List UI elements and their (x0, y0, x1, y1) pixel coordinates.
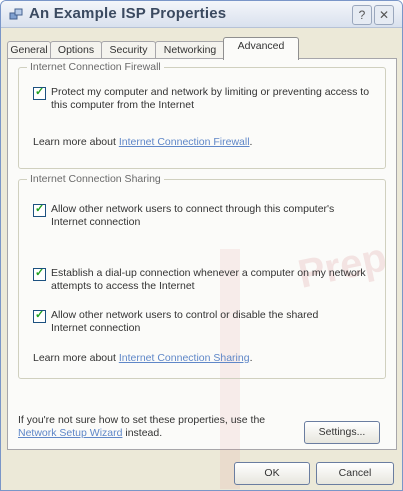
establish-dialup-checkbox[interactable] (33, 266, 46, 281)
firewall-learn-prefix: Learn more about (33, 136, 116, 148)
tab-networking[interactable]: Networking (155, 41, 225, 59)
allow-control-checkbox[interactable] (33, 308, 46, 323)
allow-connect-checkbox[interactable] (33, 202, 46, 217)
sharing-learn-more: Learn more about Internet Connection Sha… (33, 352, 253, 364)
sharing-group: Internet Connection Sharing Allow other … (18, 173, 386, 379)
cancel-button[interactable]: Cancel (316, 462, 394, 485)
protect-computer-label: Protect my computer and network by limit… (51, 86, 370, 111)
firewall-group: Internet Connection Firewall Protect my … (18, 61, 386, 169)
tab-general[interactable]: General (7, 41, 51, 59)
protect-computer-checkbox[interactable] (33, 85, 46, 100)
sharing-learn-suffix: . (249, 352, 253, 364)
window-title: An Example ISP Properties (29, 5, 227, 22)
firewall-learn-suffix: . (249, 136, 253, 148)
settings-button[interactable]: Settings... (304, 421, 380, 444)
advanced-tab-panel: Prep Internet Connection Firewall Protec… (7, 58, 397, 489)
sharing-help-link[interactable]: Internet Connection Sharing (119, 352, 250, 364)
allow-connect-label: Allow other network users to connect thr… (51, 203, 335, 228)
wizard-help-prefix: If you're not sure how to set these prop… (18, 414, 266, 426)
firewall-help-link[interactable]: Internet Connection Firewall (119, 136, 250, 148)
sharing-learn-prefix: Learn more about (33, 352, 116, 364)
close-button[interactable]: ✕ (374, 5, 394, 25)
network-connection-icon (9, 8, 23, 20)
network-setup-wizard-link[interactable]: Network Setup Wizard (18, 427, 122, 439)
allow-control-label: Allow other network users to control or … (51, 309, 319, 334)
help-button[interactable]: ? (352, 5, 372, 25)
tab-options[interactable]: Options (50, 41, 102, 59)
tab-advanced[interactable]: Advanced (223, 37, 299, 60)
tab-security[interactable]: Security (101, 41, 156, 59)
sharing-group-legend: Internet Connection Sharing (27, 173, 164, 185)
firewall-learn-more: Learn more about Internet Connection Fir… (33, 136, 252, 148)
title-bar: An Example ISP Properties ? ✕ (1, 1, 402, 28)
properties-dialog: An Example ISP Properties ? ✕ General Op… (0, 0, 403, 491)
wizard-help-text: If you're not sure how to set these prop… (18, 414, 288, 440)
ok-button[interactable]: OK (234, 462, 310, 485)
wizard-help-suffix: instead. (125, 427, 163, 439)
establish-dialup-label: Establish a dial-up connection whenever … (51, 267, 366, 292)
firewall-group-legend: Internet Connection Firewall (27, 61, 164, 73)
